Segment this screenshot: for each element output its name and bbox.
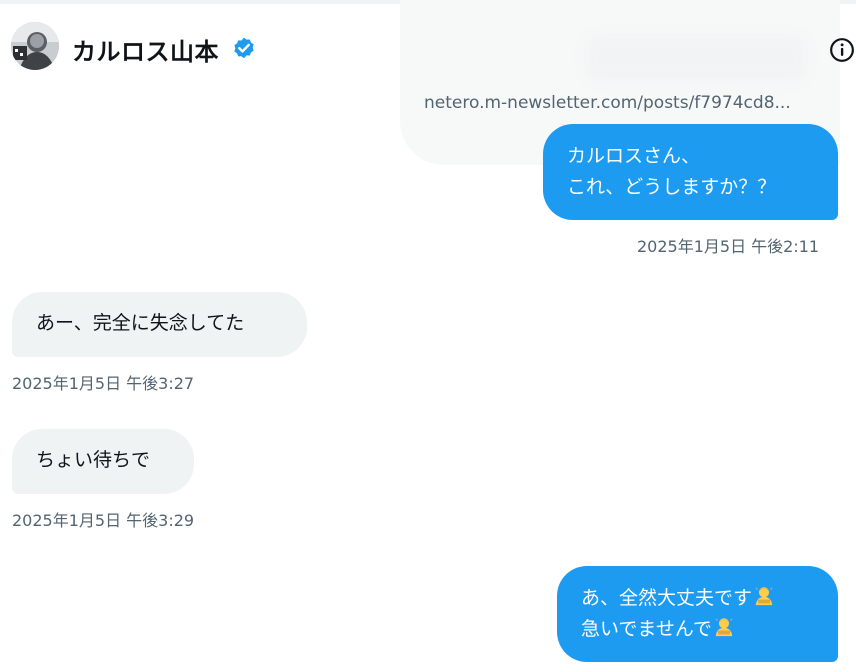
message-bubble-outgoing[interactable]: カルロスさん、 これ、どうしますか？？ [543,124,838,220]
message-text: これ、どうしますか？？ [567,176,777,198]
person-bowing-emoji-icon [715,618,733,637]
person-bowing-emoji-icon [755,587,773,606]
message-timestamp: 2025年1月5日 午後3:27 [12,374,195,393]
message-bubble-outgoing[interactable]: あ、全然大丈夫です 急いでませんで [557,566,838,662]
message-text: 急いでませんで [581,618,712,640]
contact-name[interactable]: カルロス山本 [72,32,219,67]
message-timestamp: 2025年1月5日 午後2:11 [637,237,820,256]
message-text: ちょい待ちで [36,449,151,471]
info-icon[interactable] [829,37,855,63]
verified-badge-icon [234,37,254,59]
avatar-photo [11,22,59,70]
message-timestamp: 2025年1月5日 午後3:29 [12,511,195,530]
avatar[interactable] [11,22,59,70]
message-text: あー、完全に失念してた [36,312,245,334]
message-text: カルロスさん、 [567,145,701,167]
link-preview-url[interactable]: netero.m-newsletter.com/posts/f7974cd8..… [424,93,791,113]
conversation-header: カルロス山本 [0,4,856,84]
message-bubble-incoming[interactable]: ちょい待ちで [12,429,194,494]
message-bubble-incoming[interactable]: あー、完全に失念してた [12,292,307,357]
message-text: あ、全然大丈夫です [581,587,753,609]
